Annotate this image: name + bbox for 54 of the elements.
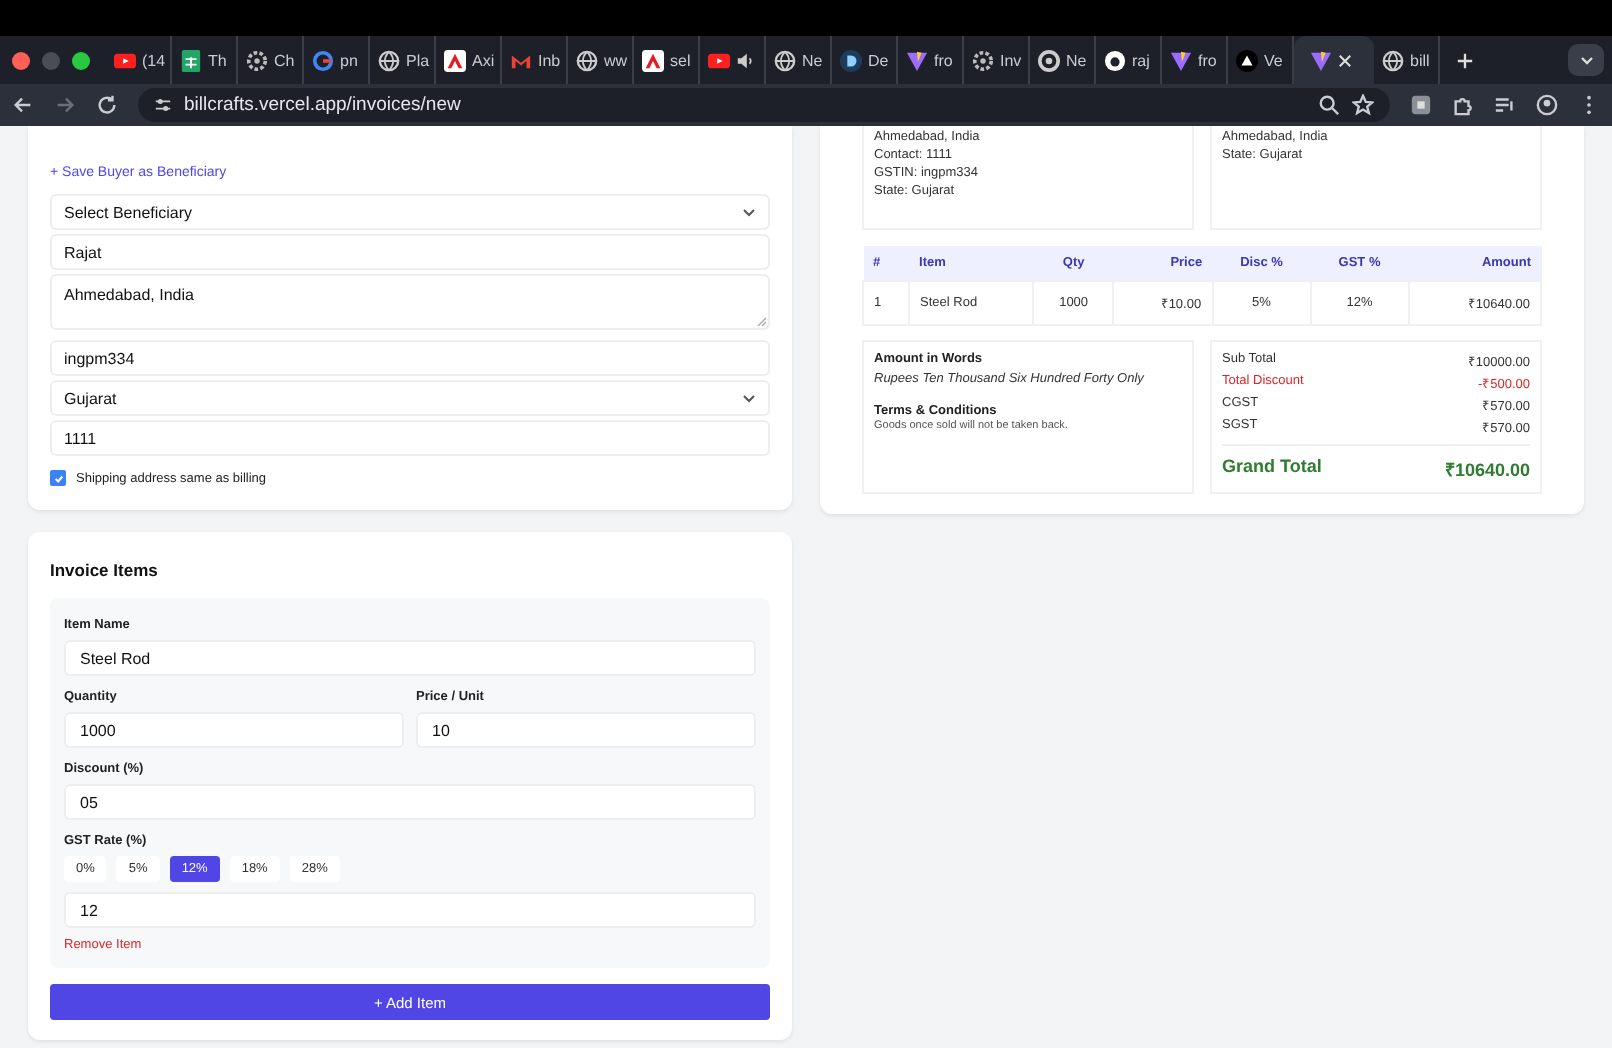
browser-tab[interactable] (1294, 36, 1374, 84)
input-field[interactable]: 05 (64, 784, 756, 820)
zoom-icon[interactable] (1318, 94, 1340, 116)
input-field[interactable]: 1111 (50, 420, 770, 456)
grand-total-label: Grand Total (1222, 456, 1322, 480)
play-icon (114, 49, 136, 71)
triangle-logo-icon (1170, 49, 1192, 71)
profile-icon[interactable] (1536, 94, 1558, 116)
g-logo-icon (312, 49, 334, 71)
address-bar[interactable]: billcrafts.vercel.app/invoices/new (138, 88, 1390, 122)
spreadsheet-icon (180, 49, 202, 71)
gear-icon (246, 49, 268, 71)
close-icon[interactable] (1338, 53, 1352, 67)
d-logo-icon (840, 49, 862, 71)
globe-icon (774, 49, 796, 71)
text-area[interactable]: Ahmedabad, India (50, 274, 770, 330)
input-field[interactable]: Steel Rod (64, 640, 756, 676)
extension-badge-icon[interactable] (1410, 94, 1432, 116)
select-field[interactable]: Gujarat (50, 380, 770, 416)
chevron-icon (742, 207, 756, 217)
select-field[interactable]: Select Beneficiary (50, 194, 770, 230)
resize-grip-icon (756, 316, 766, 326)
bookmark-star-icon[interactable] (1352, 94, 1374, 116)
globe-icon (576, 49, 598, 71)
globe-icon (1382, 49, 1404, 71)
section-title: Invoice Items (50, 560, 160, 580)
input-field[interactable]: 10 (416, 712, 756, 748)
chevron-icon (1579, 55, 1593, 65)
triangle-icon (1236, 49, 1258, 71)
reload-icon[interactable] (96, 94, 118, 116)
input-field[interactable]: 12 (64, 892, 756, 928)
triangle-logo-icon (1310, 49, 1332, 71)
input-field[interactable]: 1000 (64, 712, 404, 748)
input-field[interactable]: Rajat (50, 234, 770, 270)
triangle-logo-icon (906, 49, 928, 71)
site-settings-icon[interactable] (154, 96, 172, 114)
media-controls-icon[interactable] (1494, 94, 1516, 116)
ring-icon (1038, 49, 1060, 71)
maximize-window-button[interactable] (72, 51, 90, 69)
close-window-button[interactable] (12, 51, 30, 69)
globe-icon (378, 49, 400, 71)
tab-search-button[interactable] (1568, 44, 1604, 76)
chevron-icon (742, 393, 756, 403)
checkbox[interactable] (50, 470, 66, 486)
back-icon[interactable] (12, 94, 34, 116)
puzzle-icon[interactable] (1452, 94, 1474, 116)
new-tab-icon[interactable] (1456, 51, 1474, 69)
a-logo-icon (642, 49, 664, 71)
forward-icon[interactable] (54, 94, 76, 116)
gear-icon (972, 49, 994, 71)
play-icon (708, 49, 730, 71)
input-field[interactable]: ingpm334 (50, 340, 770, 376)
grand-total-value: ₹10640.00 (1444, 458, 1530, 482)
a-logo-icon (444, 49, 466, 71)
